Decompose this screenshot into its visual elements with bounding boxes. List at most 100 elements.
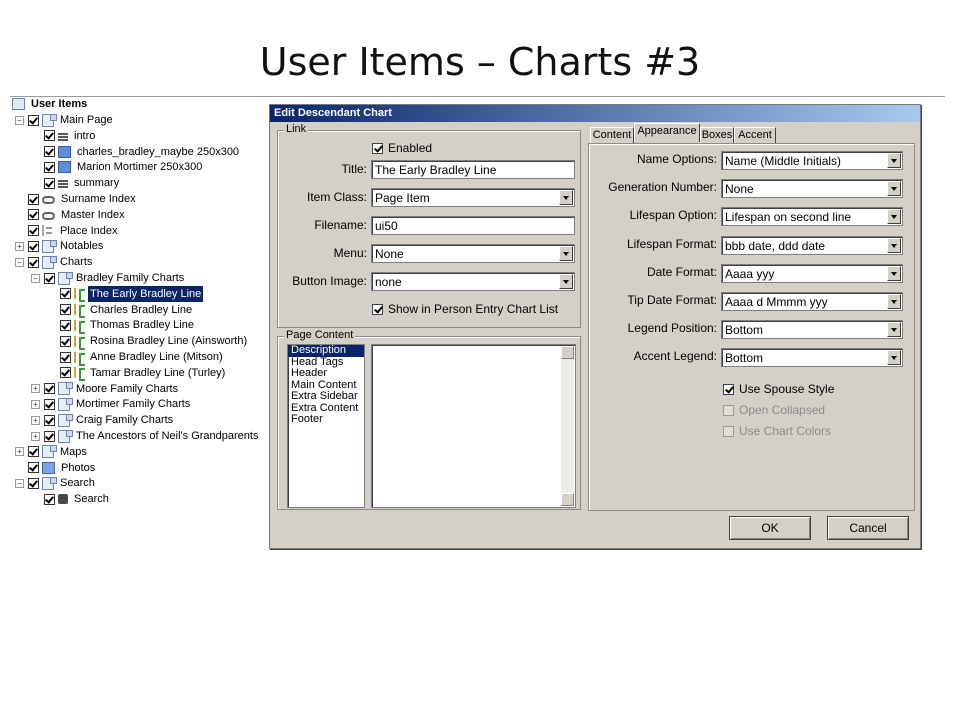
expand-icon[interactable]: + [15, 241, 24, 251]
scroll-up-icon[interactable] [561, 346, 574, 359]
tree-item[interactable]: Search [31, 491, 111, 507]
chevron-down-icon[interactable] [887, 265, 901, 281]
tab-accent[interactable]: Accent [734, 127, 776, 143]
tree-root[interactable]: User Items [12, 96, 89, 112]
tree-item-checkbox[interactable] [44, 272, 55, 284]
tree-item-checkbox[interactable] [60, 351, 71, 363]
tree-item[interactable]: charles_bradley_maybe 250x300 [31, 144, 241, 160]
ok-button[interactable]: OK [729, 516, 811, 540]
tree-item[interactable]: Rosina Bradley Line (Ainsworth) [47, 333, 249, 350]
tab-boxes[interactable]: Boxes [700, 127, 734, 143]
collapse-icon[interactable]: − [15, 478, 24, 488]
tree-item[interactable]: intro [31, 128, 97, 144]
tree-item-checkbox[interactable] [44, 414, 55, 426]
tree-item-checkbox[interactable] [60, 319, 71, 331]
tree-item[interactable]: The Early Bradley Line [47, 285, 204, 303]
tree-item[interactable]: Photos [15, 460, 97, 476]
chevron-down-icon[interactable] [559, 190, 573, 205]
tree-item[interactable]: − Search [15, 475, 97, 491]
tree-item[interactable]: summary [31, 175, 121, 191]
scroll-down-icon[interactable] [561, 493, 574, 506]
tree-item-checkbox[interactable] [28, 193, 39, 205]
tree-item[interactable]: − Main Page [15, 112, 115, 128]
tree-item[interactable]: Master Index [15, 207, 127, 223]
content-section-list[interactable]: Description Head Tags Header Main Content Ex… [287, 344, 365, 508]
content-section-item[interactable]: Footer [288, 413, 364, 426]
tree-item[interactable]: Place Index [15, 223, 119, 239]
chevron-down-icon[interactable] [887, 209, 901, 225]
tree-item[interactable]: Anne Bradley Line (Mitson) [47, 349, 225, 366]
chevron-down-icon[interactable] [887, 153, 901, 168]
tree-item-checkbox[interactable] [44, 146, 55, 158]
tree-item-checkbox[interactable] [44, 398, 55, 410]
tree-item[interactable]: + Maps [15, 444, 89, 460]
tree-item-checkbox[interactable] [28, 240, 39, 252]
tree-item-checkbox[interactable] [28, 256, 39, 268]
expand-icon[interactable]: + [31, 431, 40, 441]
dialog-titlebar[interactable]: Edit Descendant Chart [270, 105, 920, 122]
tree-item[interactable]: + Mortimer Family Charts [31, 396, 192, 412]
collapse-icon[interactable]: − [31, 273, 40, 283]
chevron-down-icon[interactable] [887, 322, 901, 338]
filename-field[interactable]: ui50 [371, 216, 575, 235]
tree-item-checkbox[interactable] [60, 288, 71, 300]
appearance-dropdown[interactable]: Lifespan on second line [721, 207, 903, 227]
tree-item[interactable]: + Craig Family Charts [31, 412, 175, 428]
use-spouse-style-box[interactable] [723, 383, 734, 395]
expand-icon[interactable]: + [31, 415, 40, 425]
expand-icon[interactable]: + [31, 384, 40, 394]
tree-item-checkbox[interactable] [44, 493, 55, 505]
appearance-dropdown[interactable]: bbb date, ddd date [721, 235, 903, 255]
tree-item-checkbox[interactable] [44, 130, 55, 142]
tree-item-checkbox[interactable] [28, 477, 39, 489]
menu-dropdown[interactable]: None [371, 244, 575, 263]
tree-item-checkbox[interactable] [28, 446, 39, 458]
collapse-icon[interactable]: − [15, 257, 24, 267]
tree-item[interactable]: Tamar Bradley Line (Turley) [47, 365, 227, 382]
chevron-down-icon[interactable] [559, 246, 573, 261]
cancel-button[interactable]: Cancel [827, 516, 909, 540]
tree-item[interactable]: Marion Mortimer 250x300 [31, 159, 204, 175]
content-section-item[interactable]: Header [288, 367, 364, 380]
appearance-dropdown[interactable]: Bottom [721, 348, 903, 368]
tree-item-checkbox[interactable] [44, 161, 55, 173]
tree-item-checkbox[interactable] [28, 114, 39, 126]
show-checkbox-box[interactable] [372, 303, 383, 315]
tab-appearance[interactable]: Appearance [634, 123, 700, 142]
expand-icon[interactable]: + [31, 399, 40, 409]
tree-item[interactable]: − Bradley Family Charts [31, 270, 186, 286]
show-in-person-entry-checkbox[interactable]: Show in Person Entry Chart List [372, 302, 558, 316]
appearance-dropdown[interactable]: Aaaa d Mmmm yyy [721, 292, 903, 311]
tree-item-checkbox[interactable] [28, 209, 39, 221]
content-editor[interactable] [371, 344, 576, 508]
use-spouse-style-checkbox[interactable]: Use Spouse Style [723, 382, 834, 396]
button-image-dropdown[interactable]: none [371, 272, 575, 291]
tree-item[interactable]: + Moore Family Charts [31, 381, 180, 397]
item-class-dropdown[interactable]: Page Item [371, 188, 575, 207]
tab-content[interactable]: Content [590, 127, 634, 143]
tree-item[interactable]: + Notables [15, 238, 105, 254]
chevron-down-icon[interactable] [887, 237, 901, 253]
appearance-dropdown[interactable]: Bottom [721, 320, 903, 340]
title-field[interactable]: The Early Bradley Line [371, 160, 575, 179]
tree-item-checkbox[interactable] [28, 225, 39, 237]
tree-item-checkbox[interactable] [60, 335, 71, 347]
editor-scrollbar[interactable] [561, 346, 574, 506]
tree-item[interactable]: + The Ancestors of Neil's Grandparents [31, 428, 260, 444]
chevron-down-icon[interactable] [887, 350, 901, 366]
tree-item[interactable]: − Charts [15, 254, 94, 270]
appearance-dropdown[interactable]: None [721, 179, 903, 199]
content-section-item[interactable]: Extra Sidebar [288, 390, 364, 403]
chevron-down-icon[interactable] [559, 274, 573, 289]
chevron-down-icon[interactable] [887, 181, 901, 197]
tree-item[interactable]: Thomas Bradley Line [47, 317, 196, 334]
tree-item[interactable]: Surname Index [15, 191, 138, 207]
tree-item-checkbox[interactable] [44, 177, 55, 189]
tree-item-checkbox[interactable] [28, 462, 39, 474]
chevron-down-icon[interactable] [887, 294, 901, 309]
tree-item-checkbox[interactable] [44, 430, 55, 442]
enabled-checkbox-box[interactable] [372, 142, 383, 154]
appearance-dropdown[interactable]: Name (Middle Initials) [721, 151, 903, 170]
content-section-item[interactable]: Description [288, 344, 364, 357]
tree-item-checkbox[interactable] [60, 304, 71, 316]
